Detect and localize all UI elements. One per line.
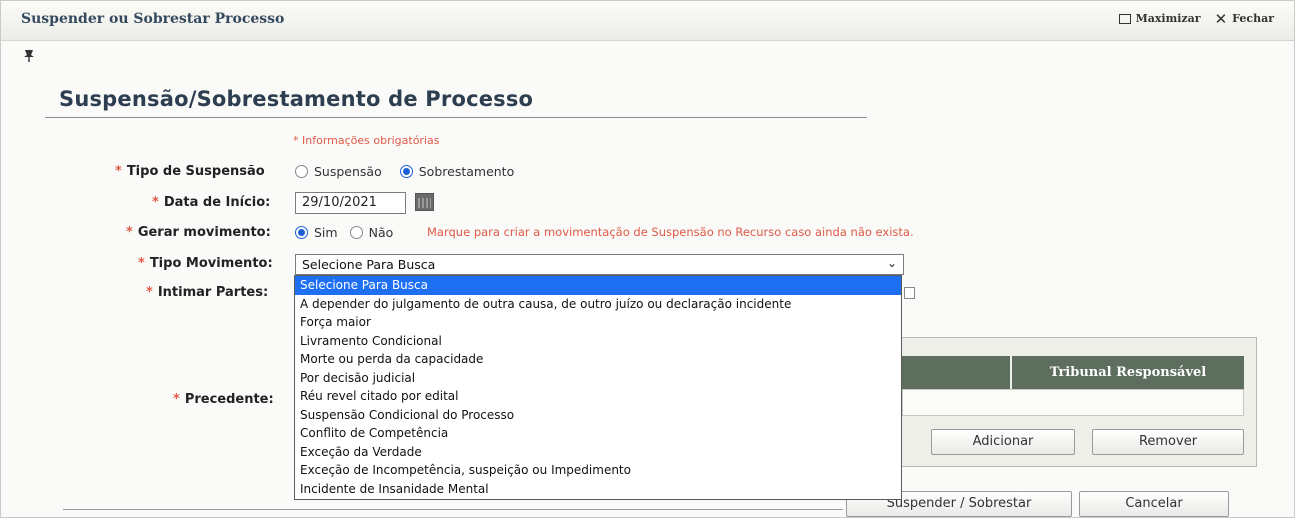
title-divider	[45, 117, 867, 118]
calendar-icon[interactable]	[415, 193, 434, 211]
data-inicio-label: * Data de Início:	[152, 195, 271, 210]
precedente-label: * Precedente:	[173, 392, 274, 407]
adicionar-button[interactable]: Adicionar	[931, 429, 1075, 455]
dropdown-option[interactable]: Livramento Condicional	[295, 332, 901, 351]
dropdown-option[interactable]: Por decisão judicial	[295, 369, 901, 388]
dropdown-option[interactable]: Suspensão Condicional do Processo	[295, 406, 901, 425]
sobrestamento-radio[interactable]	[399, 165, 413, 178]
close-label: Fechar	[1232, 12, 1274, 25]
intimar-partes-checkbox[interactable]	[904, 287, 915, 299]
dropdown-option[interactable]: Força maior	[295, 313, 901, 332]
close-icon: ✕	[1214, 9, 1228, 28]
remover-button[interactable]: Remover	[1092, 429, 1244, 455]
gerar-movimento-hint: Marque para criar a movimentação de Susp…	[427, 225, 914, 239]
nao-radio-label: Não	[368, 225, 394, 240]
tipo-movimento-dropdown[interactable]: Selecione Para Busca A depender do julga…	[294, 275, 902, 500]
dropdown-option[interactable]: Conflito de Competência	[295, 424, 901, 443]
nao-radio[interactable]	[349, 226, 363, 239]
page-title: Suspensão/Sobrestamento de Processo	[59, 87, 534, 111]
dropdown-option[interactable]: Exceção de Incompetência, suspeição ou I…	[295, 461, 901, 480]
close-button[interactable]: ✕ Fechar	[1214, 9, 1274, 28]
required-mark: *	[115, 164, 122, 179]
sim-radio-label: Sim	[314, 225, 338, 240]
tipo-movimento-select[interactable]: Selecione Para Busca ⌄	[295, 254, 904, 275]
tipo-suspensao-group: Suspensão Sobrestamento	[295, 164, 514, 179]
intimar-partes-label: * Intimar Partes:	[146, 285, 269, 300]
dialog-window: Suspender ou Sobrestar Processo Maximiza…	[0, 0, 1295, 518]
window-actions: Maximizar ✕ Fechar	[1118, 9, 1274, 28]
dropdown-option[interactable]: Morte ou perda da capacidade	[295, 350, 901, 369]
chevron-down-icon: ⌄	[886, 256, 897, 270]
tipo-movimento-value: Selecione Para Busca	[302, 257, 436, 272]
sobrestamento-radio-label: Sobrestamento	[418, 164, 515, 179]
title-bar: Suspender ou Sobrestar Processo Maximiza…	[1, 1, 1294, 41]
dropdown-option[interactable]: Réu revel citado por edital	[295, 387, 901, 406]
pin-icon[interactable]	[22, 49, 36, 63]
maximize-icon	[1118, 13, 1131, 24]
table-row[interactable]	[902, 389, 1244, 416]
suspensao-radio-label: Suspensão	[314, 164, 382, 179]
tipo-suspensao-label: * Tipo de Suspensão	[115, 164, 265, 179]
bottom-divider	[63, 509, 843, 510]
dropdown-option[interactable]: Incidente de Insanidade Mental	[295, 480, 901, 499]
table-header-tribunal: Tribunal Responsável	[1010, 356, 1244, 389]
gerar-movimento-label: * Gerar movimento:	[126, 225, 271, 240]
window-title: Suspender ou Sobrestar Processo	[21, 11, 285, 27]
dropdown-option[interactable]: A depender do julgamento de outra causa,…	[295, 295, 901, 314]
tipo-movimento-label: * Tipo Movimento:	[138, 256, 273, 271]
sim-radio[interactable]	[295, 226, 308, 239]
gerar-movimento-group: Sim Não	[295, 225, 393, 240]
dropdown-option[interactable]: Selecione Para Busca	[295, 276, 901, 295]
data-inicio-input[interactable]: 29/10/2021	[295, 192, 406, 214]
maximize-button[interactable]: Maximizar	[1118, 12, 1201, 25]
cancelar-button[interactable]: Cancelar	[1079, 491, 1229, 517]
dropdown-option[interactable]: Exceção da Verdade	[295, 443, 901, 462]
maximize-label: Maximizar	[1135, 12, 1201, 25]
required-note: * Informações obrigatórias	[293, 134, 440, 147]
suspensao-radio[interactable]	[295, 165, 308, 178]
